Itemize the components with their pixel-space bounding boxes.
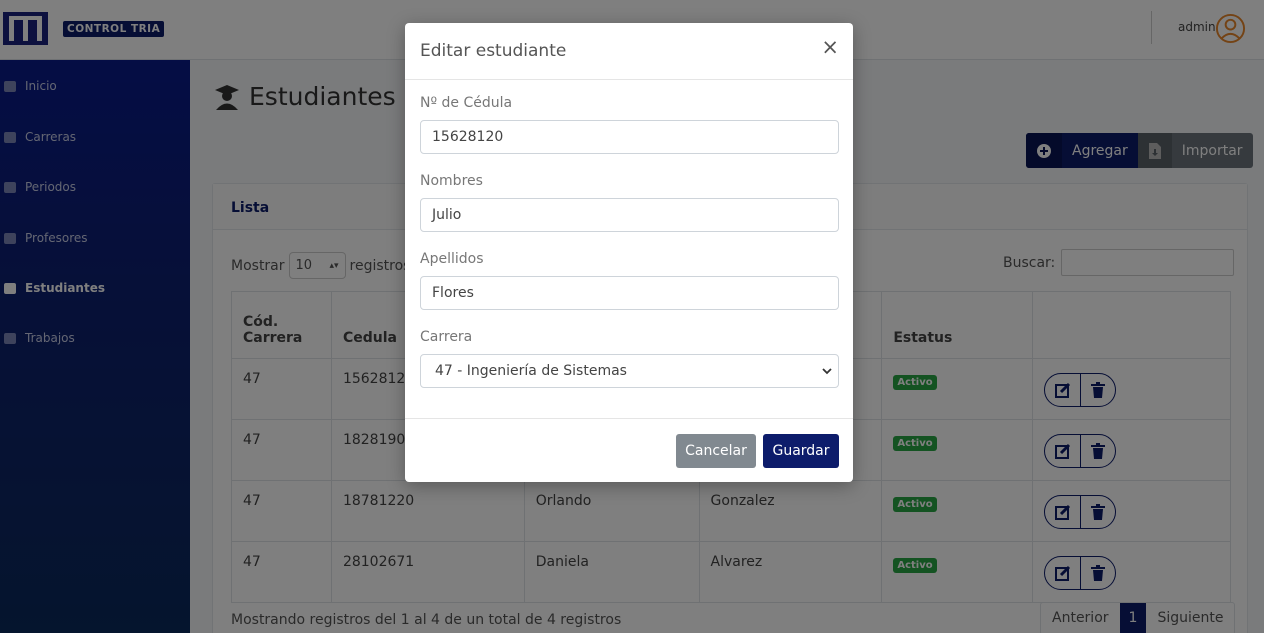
close-icon[interactable]: ×	[821, 37, 839, 58]
modal-title: Editar estudiante	[420, 41, 567, 61]
modal-header: Editar estudiante ×	[405, 23, 853, 80]
modal-footer: Cancelar Guardar	[405, 418, 853, 482]
apellidos-group: Apellidos Flores	[420, 251, 839, 310]
cedula-label: Nº de Cédula	[420, 95, 513, 111]
cedula-field[interactable]: 15628120	[420, 120, 839, 154]
carrera-select[interactable]: 47 - Ingeniería de Sistemas	[420, 354, 839, 388]
carrera-group: Carrera 47 - Ingeniería de Sistemas	[420, 329, 839, 388]
cedula-group: Nº de Cédula 15628120	[420, 95, 839, 154]
apellidos-field[interactable]: Flores	[420, 276, 839, 310]
apellidos-label: Apellidos	[420, 251, 484, 267]
carrera-select-value: 47 - Ingeniería de Sistemas	[435, 363, 627, 379]
edit-student-modal: Editar estudiante × Nº de Cédula 1562812…	[405, 23, 853, 482]
nombres-field[interactable]: Julio	[420, 198, 839, 232]
nombres-group: Nombres Julio	[420, 173, 839, 232]
carrera-label: Carrera	[420, 329, 473, 345]
nombres-label: Nombres	[420, 173, 483, 189]
chevron-down-icon	[822, 368, 832, 375]
save-button[interactable]: Guardar	[763, 434, 839, 468]
cancel-button[interactable]: Cancelar	[676, 434, 756, 468]
modal-body: Nº de Cédula 15628120 Nombres Julio Apel…	[405, 80, 853, 388]
